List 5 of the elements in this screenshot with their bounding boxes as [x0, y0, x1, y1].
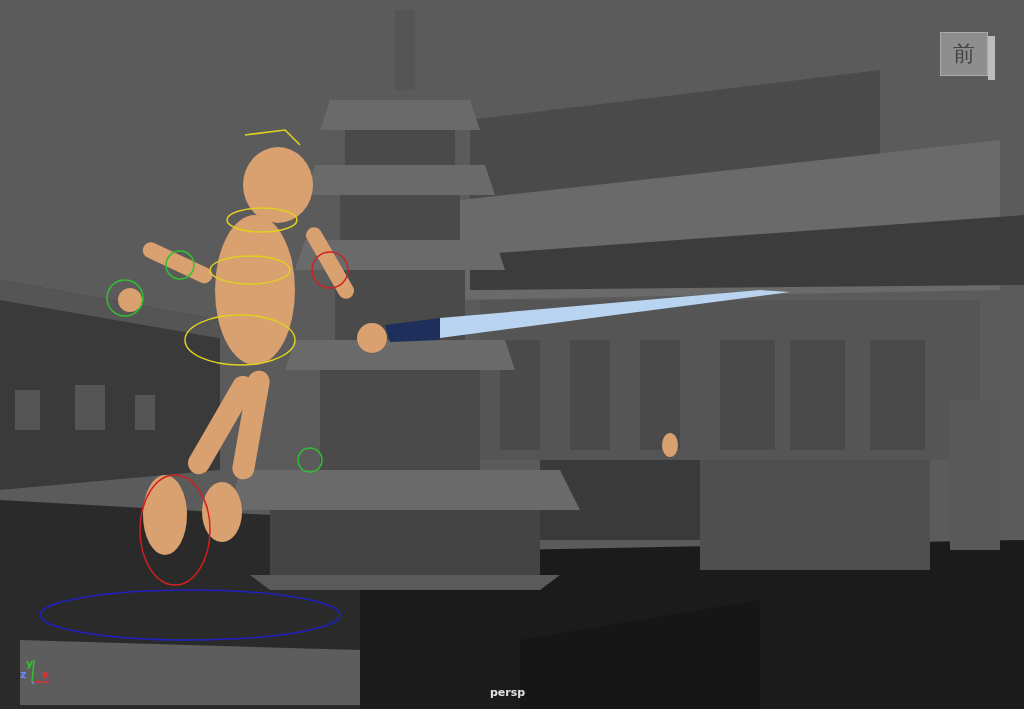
axis-label: x: [42, 669, 50, 680]
axis-label: y: [26, 658, 34, 669]
camera-name: persp: [490, 686, 526, 699]
axis-label: z: [20, 669, 27, 680]
view-cube-face-label: 前: [953, 43, 975, 65]
